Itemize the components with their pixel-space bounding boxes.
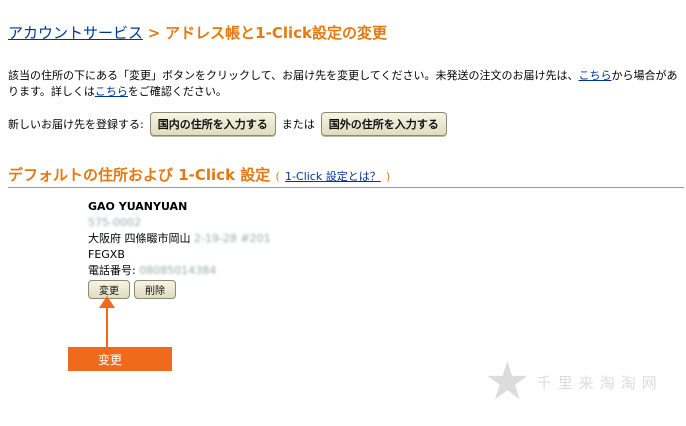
watermark-text: 千里来淘淘网 xyxy=(536,373,663,392)
default-section-heading: デフォルトの住所および 1-Click 設定 xyxy=(8,166,271,184)
new-address-row: 新しいお届け先を登録する: 国内の住所を入力する または 国外の住所を入力する xyxy=(8,112,453,136)
annotation-callout: 变更 xyxy=(68,347,172,371)
foreign-address-button[interactable]: 国外の住所を入力する xyxy=(320,112,447,136)
section-divider xyxy=(8,187,684,188)
default-section-title: デフォルトの住所および 1-Click 設定 ( 1-Click 設定とは？ ) xyxy=(8,164,390,185)
domestic-address-button[interactable]: 国内の住所を入力する xyxy=(149,112,276,136)
or-text: または xyxy=(281,118,315,131)
address-block: GAO YUANYUAN 575-0002 大阪府 四條畷市岡山 2-19-28… xyxy=(88,199,271,279)
breadcrumb-link-account-service[interactable]: アカウントサービス xyxy=(8,24,143,42)
breadcrumb-separator: > xyxy=(147,24,161,42)
paren-close: ) xyxy=(385,170,391,183)
intro-text: 該当の住所の下にある「変更」ボタンをクリックして、お届け先を変更してください。未… xyxy=(8,68,684,100)
intro-text-1: 該当の住所の下にある「変更」ボタンをクリックして、お届け先を変更してください。未… xyxy=(8,69,579,82)
delete-address-button[interactable]: 削除 xyxy=(134,280,176,299)
page-title: アドレス帳と1-Click設定の変更 xyxy=(165,24,387,42)
address-line1: 大阪府 四條畷市岡山 2-19-28 #201 xyxy=(88,231,271,247)
new-address-label: 新しいお届け先を登録する: xyxy=(8,118,144,131)
address-line1-blurred: 2-19-28 #201 xyxy=(194,232,271,245)
address-name: GAO YUANYUAN xyxy=(88,200,188,213)
address-line1-text: 大阪府 四條畷市岡山 xyxy=(88,232,191,245)
address-postal: 575-0002 xyxy=(88,216,141,229)
address-line2: FEGXB xyxy=(88,248,125,261)
watermark: ★ 千里来淘淘网 xyxy=(484,356,663,408)
intro-link-2[interactable]: こちら xyxy=(95,85,128,98)
address-phone: 電話番号: 08085014384 xyxy=(88,263,271,279)
annotation-arrow-line xyxy=(106,306,108,347)
what-is-1click-link[interactable]: 1-Click 設定とは？ xyxy=(285,170,381,183)
phone-value: 08085014384 xyxy=(139,264,217,277)
phone-label: 電話番号: xyxy=(88,264,136,277)
breadcrumb: アカウントサービス > アドレス帳と1-Click設定の変更 xyxy=(8,22,387,43)
star-icon: ★ xyxy=(484,352,531,412)
intro-text-3: をご確認ください。 xyxy=(127,85,227,98)
intro-link-1[interactable]: こちら xyxy=(578,69,611,82)
paren-open: ( xyxy=(275,170,280,183)
